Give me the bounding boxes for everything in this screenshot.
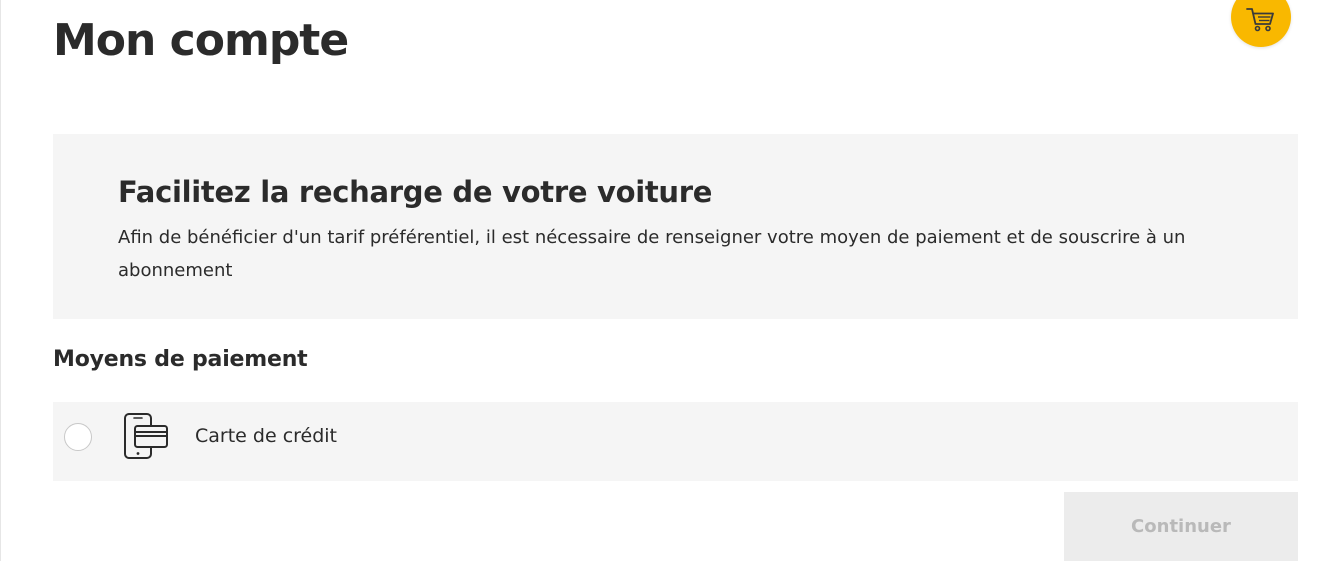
- continue-button[interactable]: Continuer: [1064, 492, 1298, 561]
- account-page: Mon compte Facilitez la recharge de votr…: [0, 0, 1322, 561]
- payment-option-radio[interactable]: [64, 423, 92, 451]
- shopping-cart-icon: [1246, 8, 1274, 32]
- info-banner: Facilitez la recharge de votre voiture A…: [53, 134, 1298, 319]
- page-left-border: [0, 0, 1, 561]
- cart-button[interactable]: [1231, 0, 1291, 47]
- info-banner-title: Facilitez la recharge de votre voiture: [118, 175, 713, 209]
- info-banner-text: Afin de bénéficier d'un tarif préférenti…: [118, 227, 1186, 281]
- payment-option-label: Carte de crédit: [195, 425, 338, 447]
- payment-option-credit-card[interactable]: Carte de crédit: [53, 402, 1298, 481]
- credit-card-phone-icon: [124, 413, 168, 459]
- page-title: Mon compte: [53, 15, 349, 66]
- payment-section-title: Moyens de paiement: [53, 347, 308, 372]
